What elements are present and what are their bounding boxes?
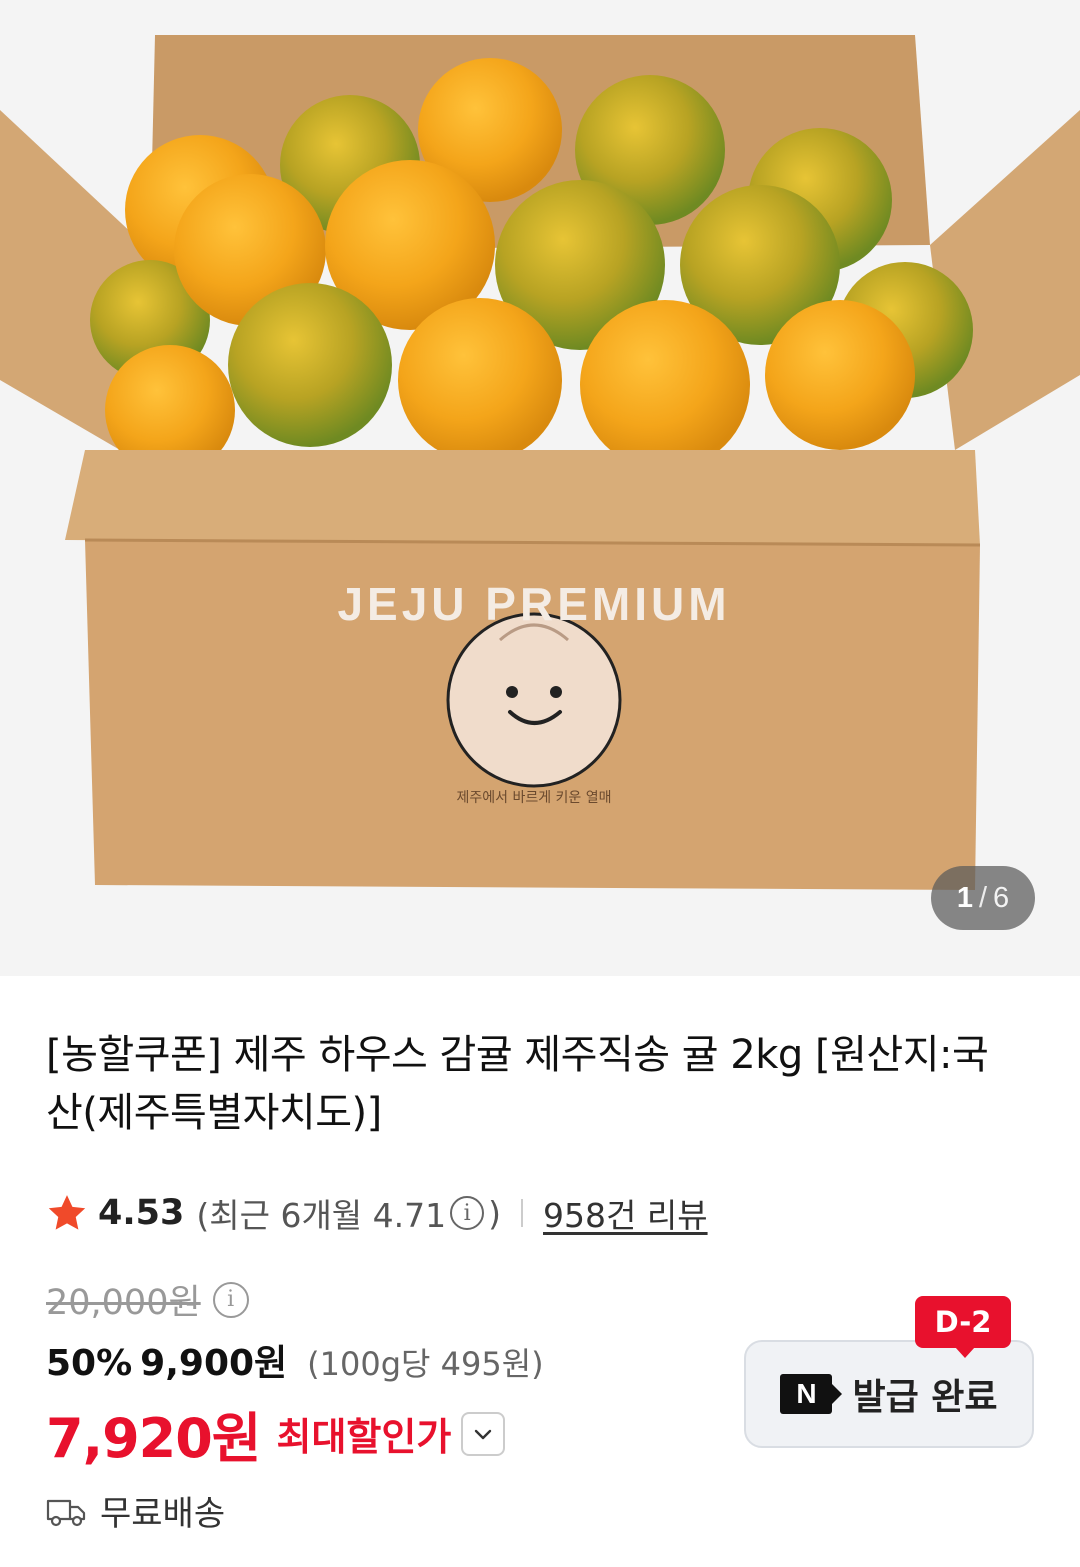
- coupon-label: 발급 완료: [852, 1377, 998, 1418]
- max-discount-label: 최대할인가: [276, 1415, 452, 1459]
- original-price: 20,000원: [46, 1283, 201, 1323]
- recent-rating-text: (최근 6개월 4.71: [196, 1196, 447, 1235]
- star-icon: [48, 1195, 86, 1230]
- dday-badge: D-2: [915, 1296, 1011, 1358]
- recent-rating-close: ): [488, 1193, 502, 1233]
- counter-current: 1: [956, 881, 973, 914]
- rating-row: 4.53 (최근 6개월 4.71 i ) 958건 리뷰: [46, 1188, 708, 1238]
- rating-value: 4.53: [98, 1193, 185, 1233]
- image-counter: 1 / 6: [931, 866, 1035, 930]
- unit-price: (100g당 495원): [307, 1345, 544, 1383]
- shipping-row: 무료배송: [46, 1486, 225, 1535]
- counter-separator: /: [978, 881, 988, 914]
- box-tagline-text: 제주에서 바르게 키운 열매: [456, 790, 611, 806]
- price-details-toggle[interactable]: [461, 1411, 506, 1456]
- product-title: [농할쿠폰] 제주 하우스 감귤 제주직송 귤 2kg [원산지:국산(제주특별…: [46, 1032, 989, 1136]
- max-discount-price: 7,920원: [46, 1407, 261, 1470]
- recent-rating: (최근 6개월 4.71 i ): [196, 1189, 501, 1237]
- shipping-label: 무료배송: [100, 1494, 226, 1534]
- sale-price-row: 50% 9,900원 (100g당 495원): [46, 1334, 544, 1386]
- price-info-icon[interactable]: i: [212, 1281, 249, 1318]
- naver-logo-icon: N: [780, 1374, 843, 1414]
- chevron-down-icon: [475, 1429, 492, 1439]
- review-link[interactable]: 958건 리뷰: [543, 1189, 708, 1237]
- counter-total: 6: [993, 881, 1010, 914]
- info-icon[interactable]: i: [450, 1196, 485, 1230]
- product-image[interactable]: JEJU PREMIUM 제주에서 바르게 키운 열매 1 / 6: [0, 0, 1080, 976]
- truck-icon: [46, 1499, 86, 1526]
- original-price-row: 20,000원 i: [46, 1274, 249, 1325]
- product-photo: JEJU PREMIUM 제주에서 바르게 키운 열매: [0, 0, 1080, 976]
- discount-rate: 50%: [46, 1343, 133, 1384]
- divider: [521, 1199, 524, 1227]
- max-price-row: 7,920원 최대할인가: [46, 1394, 506, 1473]
- coupon-button[interactable]: N 발급 완료: [744, 1340, 1034, 1448]
- box-brand-text: JEJU PREMIUM: [337, 578, 730, 630]
- sale-price: 9,900원: [140, 1343, 288, 1384]
